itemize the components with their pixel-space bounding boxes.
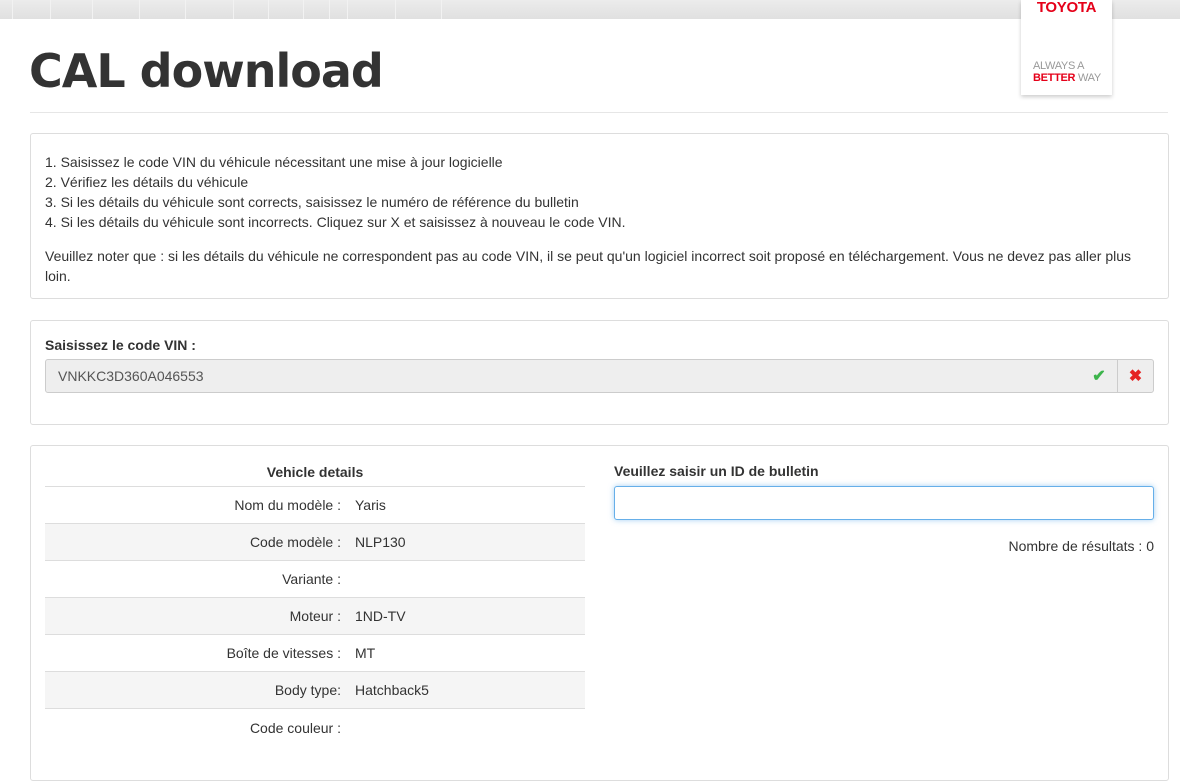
nav-segment[interactable]	[93, 0, 140, 19]
row-label: Code modèle :	[249, 534, 341, 550]
nav-segment[interactable]	[13, 0, 51, 19]
row-label: Boîte de vitesses :	[226, 645, 341, 661]
tagline-grey: WAY	[1077, 72, 1101, 84]
tagline-red: BETTER	[1033, 72, 1076, 84]
row-value: 1ND-TV	[355, 608, 406, 624]
table-row: Moteur : 1ND-TV	[45, 598, 585, 635]
vin-panel: Saisissez le code VIN : VNKKC3D360A04655…	[30, 320, 1169, 425]
page-title: CAL download	[29, 44, 384, 98]
clear-vin-button[interactable]: ✖	[1117, 360, 1153, 392]
nav-segment[interactable]	[304, 0, 330, 19]
step-3: 3. Si les détails du véhicule sont corre…	[45, 194, 579, 210]
vin-input[interactable]: VNKKC3D360A046553	[46, 360, 1081, 392]
row-value: NLP130	[355, 534, 406, 550]
table-row: Nom du modèle : Yaris	[45, 487, 585, 524]
logo-tagline: ALWAYS A BETTER WAY	[1033, 60, 1101, 84]
table-row: Code couleur :	[45, 709, 585, 746]
results-count: Nombre de résultats : 0	[1008, 538, 1154, 554]
table-row: Boîte de vitesses : MT	[45, 635, 585, 672]
row-value: Hatchback5	[355, 682, 429, 698]
details-panel: Vehicle details Nom du modèle : Yaris Code…	[30, 445, 1169, 781]
nav-segment[interactable]	[348, 0, 396, 19]
check-icon: ✔	[1092, 368, 1106, 385]
vehicle-details-table: Vehicle details Nom du modèle : Yaris Code…	[45, 459, 585, 746]
tagline-line-1: ALWAYS A	[1033, 60, 1085, 72]
logo-brand: TOYOTA	[1036, 0, 1097, 16]
warning-note: Veuillez noter que : si les détails du v…	[45, 248, 1131, 284]
nav-segment[interactable]	[186, 0, 234, 19]
row-label: Moteur :	[289, 608, 341, 624]
bulletin-id-input[interactable]	[614, 486, 1154, 520]
bulletin-label: Veuillez saisir un ID de bulletin	[614, 463, 819, 479]
divider	[30, 112, 1168, 113]
row-label: Code couleur :	[249, 719, 341, 736]
row-value: MT	[355, 645, 376, 661]
row-label: Variante :	[282, 571, 341, 587]
nav-segment[interactable]	[51, 0, 93, 19]
table-row: Variante :	[45, 561, 585, 598]
table-row: Body type: Hatchback5	[45, 672, 585, 709]
vin-label: Saisissez le code VIN :	[45, 337, 196, 353]
close-icon: ✖	[1128, 368, 1143, 385]
nav-segment[interactable]	[0, 0, 13, 19]
nav-segment[interactable]	[140, 0, 186, 19]
row-value: Yaris	[355, 497, 386, 513]
vehicle-details-title: Vehicle details	[45, 459, 585, 487]
instructions-panel: 1. Saisissez le code VIN du véhicule néc…	[30, 133, 1169, 299]
step-1: 1. Saisissez le code VIN du véhicule néc…	[45, 154, 503, 170]
step-2: 2. Vérifiez les détails du véhicule	[45, 174, 249, 190]
row-label: Body type:	[274, 682, 341, 698]
top-nav-bar	[0, 0, 1180, 19]
step-4: 4. Si les détails du véhicule sont incor…	[45, 214, 626, 230]
vin-input-group: VNKKC3D360A046553 ✔ ✖	[45, 359, 1154, 393]
nav-segment[interactable]	[330, 0, 348, 19]
bulletin-section: Veuillez saisir un ID de bulletin Nombre…	[614, 463, 1154, 554]
toyota-logo[interactable]: TOYOTA ALWAYS A BETTER WAY	[1021, 0, 1112, 95]
row-label: Nom du modèle :	[234, 497, 341, 513]
nav-segment[interactable]	[396, 0, 442, 19]
nav-segment[interactable]	[234, 0, 269, 19]
table-row: Code modèle : NLP130	[45, 524, 585, 561]
nav-segment[interactable]	[269, 0, 304, 19]
